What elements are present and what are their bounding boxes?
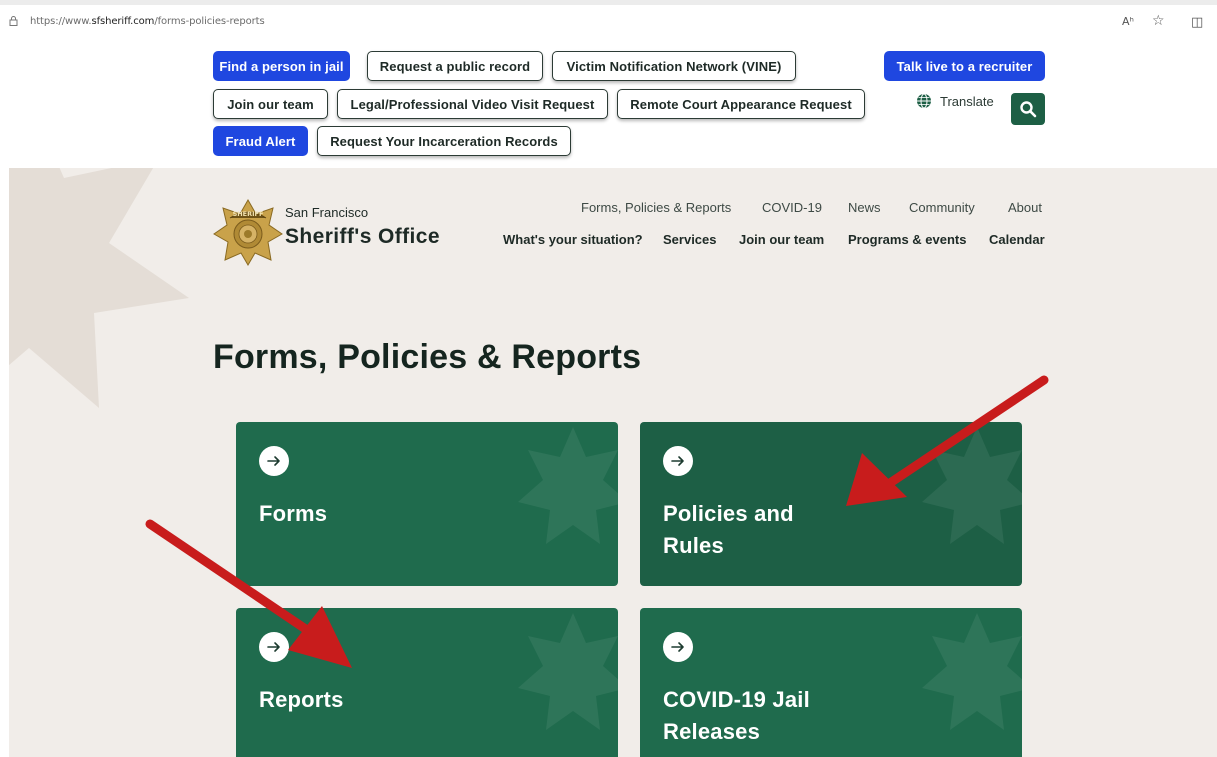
join-our-team-button[interactable]: Join our team <box>213 89 328 119</box>
nav-services[interactable]: Services <box>663 232 717 247</box>
card-star-icon <box>922 427 1022 544</box>
nav-whats-your-situation[interactable]: What's your situation? <box>503 232 643 247</box>
url-prefix: https://www. <box>30 16 92 27</box>
org-name[interactable]: Sheriff's Office <box>285 225 440 249</box>
request-public-record-button[interactable]: Request a public record <box>367 51 543 81</box>
sheriff-badge-icon[interactable]: SHERIFF <box>213 198 283 266</box>
card-forms[interactable]: Forms <box>236 422 618 586</box>
search-button[interactable] <box>1011 93 1045 125</box>
card-label: Reports <box>259 687 344 712</box>
arrow-right-icon <box>663 446 693 476</box>
page-title: Forms, Policies & Reports <box>213 338 642 376</box>
request-incarceration-records-button[interactable]: Request Your Incarceration Records <box>317 126 571 156</box>
nav-community[interactable]: Community <box>909 200 975 215</box>
arrow-right-icon <box>259 632 289 662</box>
card-reports[interactable]: Reports <box>236 608 618 757</box>
translate-link[interactable]: Translate <box>916 93 994 109</box>
card-label: COVID-19 Jail Releases <box>663 687 810 744</box>
card-star-icon <box>518 427 618 544</box>
reading-view-icon[interactable]: ◫ <box>1191 15 1203 30</box>
card-policies-and-rules[interactable]: Policies and Rules <box>640 422 1022 586</box>
globe-icon <box>917 93 931 109</box>
search-icon <box>1020 101 1037 118</box>
url-domain: sfsheriff.com <box>91 16 155 27</box>
site-main: SHERIFF San Francisco Sheriff's Office F… <box>9 168 1217 757</box>
nav-covid-19[interactable]: COVID-19 <box>762 200 822 215</box>
card-label: Policies and Rules <box>663 501 794 558</box>
background-star-icon <box>9 168 189 408</box>
fraud-alert-button[interactable]: Fraud Alert <box>213 126 308 156</box>
favorite-star-icon[interactable]: ☆ <box>1152 13 1165 29</box>
card-covid-19-jail-releases[interactable]: COVID-19 Jail Releases <box>640 608 1022 757</box>
nav-calendar[interactable]: Calendar <box>989 232 1045 247</box>
browser-address-bar: https://www.sfsheriff.com/forms-policies… <box>0 0 1217 37</box>
talk-to-recruiter-button[interactable]: Talk live to a recruiter <box>884 51 1045 81</box>
card-star-icon <box>922 613 1022 730</box>
nav-about[interactable]: About <box>1008 200 1042 215</box>
vine-button[interactable]: Victim Notification Network (VINE) <box>552 51 796 81</box>
remote-court-appearance-button[interactable]: Remote Court Appearance Request <box>617 89 865 119</box>
url-field[interactable]: https://www.sfsheriff.com/forms-policies… <box>30 16 265 27</box>
video-visit-request-button[interactable]: Legal/Professional Video Visit Request <box>337 89 608 119</box>
translate-label: Translate <box>940 93 994 109</box>
arrow-right-icon <box>259 446 289 476</box>
nav-news[interactable]: News <box>848 200 881 215</box>
nav-programs-events[interactable]: Programs & events <box>848 232 967 247</box>
nav-forms-policies-reports[interactable]: Forms, Policies & Reports <box>581 200 731 215</box>
card-star-icon <box>518 613 618 730</box>
badge-text: SHERIFF <box>233 210 264 218</box>
read-aloud-icon[interactable]: Aʰ <box>1122 15 1134 28</box>
find-person-in-jail-button[interactable]: Find a person in jail <box>213 51 350 81</box>
arrow-right-icon <box>663 632 693 662</box>
card-label: Forms <box>259 501 328 526</box>
nav-join-our-team[interactable]: Join our team <box>739 232 824 247</box>
utility-bar: Find a person in jail Request a public r… <box>9 37 1217 168</box>
lock-icon <box>9 16 18 26</box>
org-city: San Francisco <box>285 205 369 220</box>
url-path: /forms-policies-reports <box>154 16 265 27</box>
